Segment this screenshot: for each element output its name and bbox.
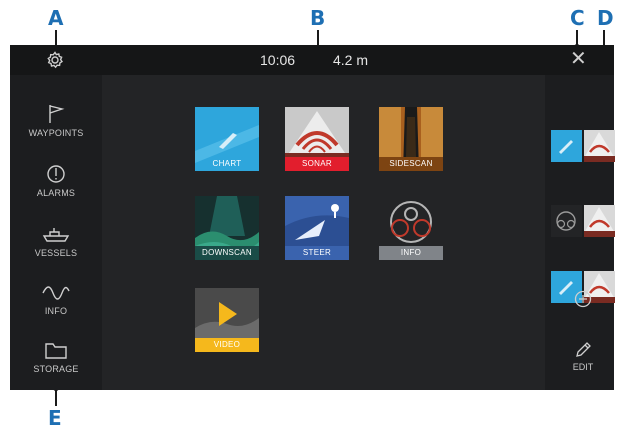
callout-b: B	[310, 6, 326, 30]
sidebar-item-label: INFO	[44, 306, 68, 316]
sidebar-item-waypoints[interactable]: WAYPOINTS	[10, 103, 102, 138]
callout-a: A	[48, 6, 64, 30]
sidebar-item-label: VESSELS	[34, 248, 78, 258]
app-tile-downscan[interactable]: DOWNSCAN	[195, 196, 259, 260]
depth-readout: 4.2 m	[333, 52, 369, 68]
vessel-icon	[42, 228, 70, 242]
sidebar-item-label: STORAGE	[33, 364, 79, 374]
close-icon[interactable]: ✕	[570, 49, 587, 69]
flag-icon	[49, 105, 65, 123]
sidebar-item-label: ALARMS	[36, 188, 76, 198]
plus-circle-icon	[574, 290, 592, 308]
folder-icon	[45, 343, 67, 359]
edit-favorites-button[interactable]: EDIT	[563, 340, 603, 372]
app-tile-label: VIDEO	[195, 338, 259, 352]
app-tile-label: CHART	[212, 159, 242, 168]
time-readout: 10:06	[260, 52, 296, 68]
callout-d: D	[597, 6, 614, 30]
gear-icon[interactable]	[45, 50, 65, 70]
pencil-icon	[576, 342, 591, 357]
callout-e-leader	[53, 385, 59, 406]
app-tile-label: INFO	[379, 246, 443, 260]
home-screen: 10:06 4.2 m ✕ WAYPOINTS ALARMS VESSELS I…	[10, 45, 615, 390]
app-tile-label: SIDESCAN	[379, 157, 443, 171]
callout-c: C	[570, 6, 585, 30]
sidebar-item-info[interactable]: INFO	[10, 281, 102, 316]
app-tile-label: DOWNSCAN	[195, 246, 259, 260]
status-bar: 10:06 4.2 m ✕	[10, 45, 614, 75]
app-tile-steer[interactable]: STEER	[285, 196, 349, 260]
favorite-chart-sonar-1[interactable]	[551, 130, 615, 162]
sidebar-item-alarms[interactable]: ALARMS	[10, 163, 102, 198]
tools-sidebar: WAYPOINTS ALARMS VESSELS INFO STORAGE	[10, 75, 102, 390]
app-tile-label: STEER	[302, 248, 332, 257]
add-favorite-button[interactable]	[571, 290, 595, 313]
sidebar-item-label: WAYPOINTS	[28, 128, 84, 138]
edit-label: EDIT	[572, 362, 594, 372]
app-tile-info[interactable]: INFO	[379, 196, 443, 260]
app-tile-chart[interactable]: CHART	[195, 107, 259, 171]
waveform-icon	[42, 286, 70, 300]
app-tile-sidescan[interactable]: SIDESCAN	[379, 107, 443, 171]
app-tile-video[interactable]: VIDEO	[195, 288, 259, 352]
alarm-icon	[47, 165, 65, 183]
sidebar-item-vessels[interactable]: VESSELS	[10, 223, 102, 258]
sidebar-item-storage[interactable]: STORAGE	[10, 339, 102, 374]
app-tile-label: SONAR	[285, 157, 349, 171]
app-tile-sonar[interactable]: SONAR	[285, 107, 349, 171]
callout-e: E	[48, 406, 62, 430]
favorite-gauges-sonar[interactable]	[551, 205, 615, 237]
